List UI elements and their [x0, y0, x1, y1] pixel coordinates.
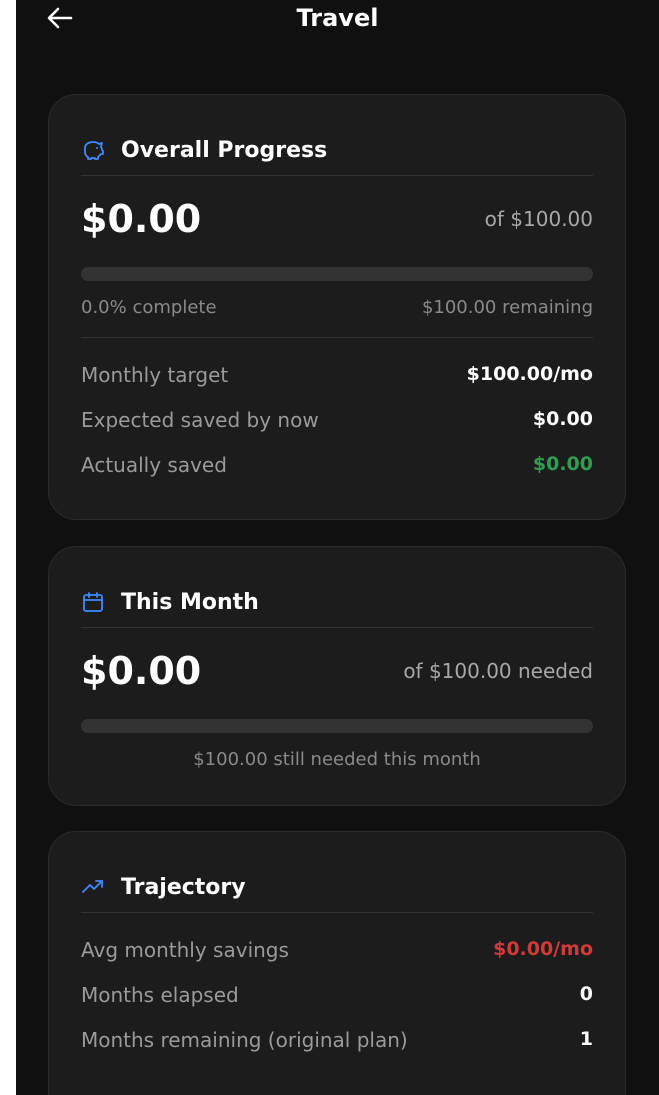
overall-divider: [81, 337, 593, 338]
overall-progress-bar: [81, 267, 593, 281]
overall-progress-title: Overall Progress: [121, 137, 328, 163]
trajectory-title: Trajectory: [121, 874, 246, 900]
monthly-target-row: Monthly target $100.00/mo: [81, 363, 593, 391]
row-label: Months elapsed: [81, 983, 239, 1007]
page-title: Travel: [296, 4, 379, 32]
this-month-header: This Month: [81, 577, 593, 628]
row-label: Monthly target: [81, 363, 229, 387]
row-value: $0.00/mo: [493, 938, 593, 960]
months-elapsed-row: Months elapsed 0: [81, 983, 593, 1011]
avg-monthly-savings-row: Avg monthly savings $0.00/mo: [81, 938, 593, 966]
row-label: Months remaining (original plan): [81, 1028, 408, 1052]
overall-saved-amount: $0.00: [81, 197, 202, 241]
overall-target-text: of $100.00: [484, 207, 593, 231]
row-value: 1: [579, 1028, 593, 1050]
month-needed-text: of $100.00 needed: [403, 659, 593, 683]
expected-saved-row: Expected saved by now $0.00: [81, 408, 593, 436]
month-saved-amount: $0.00: [81, 649, 202, 693]
piggy-bank-icon: [81, 138, 105, 162]
row-value: 0: [579, 983, 593, 1005]
top-bar: Travel: [16, 0, 659, 40]
overall-progress-header: Overall Progress: [81, 125, 593, 176]
month-progress-bar: [81, 719, 593, 733]
this-month-card: This Month $0.00 of $100.00 needed $100.…: [48, 546, 626, 806]
row-label: Avg monthly savings: [81, 938, 289, 962]
row-label: Actually saved: [81, 453, 227, 477]
trajectory-header: Trajectory: [81, 862, 593, 913]
row-label: Expected saved by now: [81, 408, 319, 432]
remaining-text: $100.00 remaining: [421, 297, 593, 318]
actually-saved-row: Actually saved $0.00: [81, 453, 593, 481]
row-value: $0.00: [532, 408, 593, 430]
trajectory-card: Trajectory Avg monthly savings $0.00/mo …: [48, 831, 626, 1095]
app-screen: Travel Overall Progress $0.00 of $100.00…: [16, 0, 659, 1095]
row-value: $100.00/mo: [466, 363, 593, 385]
months-remaining-row: Months remaining (original plan) 1: [81, 1028, 593, 1056]
row-value: $0.00: [532, 453, 593, 475]
still-needed-text: $100.00 still needed this month: [193, 749, 481, 770]
overall-progress-card: Overall Progress $0.00 of $100.00 0.0% c…: [48, 94, 626, 520]
this-month-title: This Month: [121, 589, 259, 615]
percent-complete-text: 0.0% complete: [81, 297, 217, 318]
trending-up-icon: [81, 875, 105, 899]
calendar-icon: [81, 590, 105, 614]
